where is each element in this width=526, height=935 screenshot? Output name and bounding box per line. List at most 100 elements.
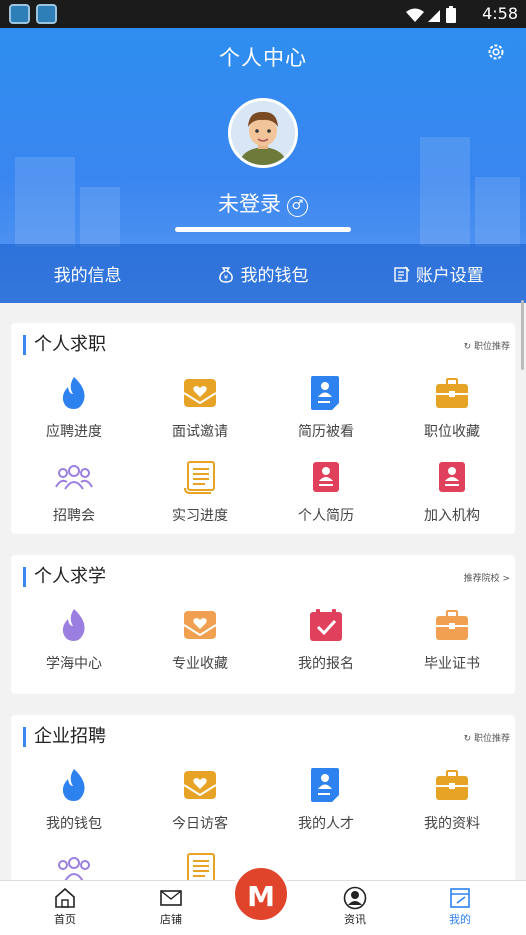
flame-icon [62, 609, 85, 641]
corp-item-group[interactable] [11, 843, 137, 885]
profile-window-icon [450, 888, 470, 908]
study-item-major-favorites[interactable]: 专业收藏 [137, 599, 263, 683]
job-item-job-fair[interactable]: 招聘会 [11, 451, 137, 535]
gear-icon[interactable] [486, 42, 506, 66]
center-m-button[interactable]: M [232, 865, 290, 923]
briefcase-icon [436, 378, 468, 408]
briefcase-icon [436, 610, 468, 640]
tab-account-settings[interactable]: 账户设置 [351, 244, 526, 303]
envelope-heart-icon [183, 379, 217, 407]
corp-section: 企业招聘 ↻ 职位推荐 我的钱包 今日访客 我的人才 我的资料 [11, 715, 515, 885]
corp-item-my-wallet[interactable]: 我的钱包 [11, 759, 137, 843]
item-label: 我的人才 [298, 816, 354, 832]
people-group-icon [55, 465, 93, 490]
nav-label: 店铺 [160, 913, 182, 926]
job-item-personal-resume[interactable]: 个人简历 [263, 451, 389, 535]
study-section: 个人求学 推荐院校 > 学海中心 专业收藏 我的报名 毕业证书 [11, 555, 515, 694]
refresh-icon: ↻ [463, 734, 474, 744]
nav-label: 我的 [449, 913, 471, 926]
job-item-internship-progress[interactable]: 实习进度 [137, 451, 263, 535]
study-item-my-registration[interactable]: 我的报名 [263, 599, 389, 683]
item-label: 加入机构 [424, 508, 480, 524]
id-card-icon [313, 462, 339, 492]
item-label: 学海中心 [46, 656, 102, 672]
male-icon: ♂ [287, 196, 308, 217]
app-notification-icon [36, 4, 57, 24]
edit-icon [394, 265, 410, 282]
envelope-heart-icon [183, 611, 217, 639]
item-label: 今日访客 [172, 816, 228, 832]
flame-icon [62, 769, 85, 801]
study-grid: 学海中心 专业收藏 我的报名 毕业证书 [11, 599, 515, 683]
corp-item-my-talent[interactable]: 我的人才 [263, 759, 389, 843]
item-label: 我的钱包 [46, 816, 102, 832]
people-group-icon [58, 857, 90, 882]
job-recommend-link[interactable]: ↻ 职位推荐 [464, 339, 510, 352]
nav-home[interactable]: 首页 [35, 885, 95, 927]
tab-my-wallet[interactable]: ¥ 我的钱包 [175, 244, 350, 303]
job-item-job-favorites[interactable]: 职位收藏 [389, 367, 515, 451]
username[interactable]: 未登录 ♂ [0, 188, 526, 218]
refresh-icon: ↻ [463, 342, 474, 352]
tab-label: 账户设置 [415, 266, 484, 286]
briefcase-icon [436, 770, 468, 800]
tab-label: 我的钱包 [240, 266, 309, 286]
item-label: 毕业证书 [424, 656, 480, 672]
page-title: 个人中心 [219, 46, 307, 70]
job-item-join-organization[interactable]: 加入机构 [389, 451, 515, 535]
username-text: 未登录 [218, 192, 281, 216]
resume-person-icon [311, 376, 341, 410]
recommended-schools-link[interactable]: 推荐院校 > [464, 571, 510, 584]
item-label: 招聘会 [53, 508, 95, 524]
flame-icon [62, 377, 85, 409]
tab-my-info[interactable]: 我的信息 [0, 244, 175, 303]
job-section: 个人求职 ↻ 职位推荐 应聘进度 面试邀请 简历被看 职位收藏 招聘会 实习进度 [11, 323, 515, 534]
calendar-check-icon [310, 609, 342, 641]
signal-icons [404, 6, 464, 28]
item-label: 个人简历 [298, 508, 354, 524]
item-label: 实习进度 [172, 508, 228, 524]
item-label: 面试邀请 [172, 424, 228, 440]
profile-header: 个人中心 未登录 ♂ 我的信息 ¥ 我的钱包 账户设置 [0, 28, 526, 303]
nav-shop[interactable]: 店铺 [141, 885, 201, 927]
scrollbar[interactable] [521, 300, 524, 370]
nav-mine[interactable]: 我的 [430, 885, 490, 927]
job-item-application-progress[interactable]: 应聘进度 [11, 367, 137, 451]
money-bag-icon: ¥ [219, 266, 234, 283]
envelope-heart-icon [183, 771, 217, 799]
job-grid: 应聘进度 面试邀请 简历被看 职位收藏 招聘会 实习进度 个人简历 加入机构 [11, 367, 515, 535]
link-text: 职位推荐 [473, 342, 510, 352]
home-icon [55, 887, 75, 908]
section-title: 个人求职 [23, 335, 106, 355]
job-item-interview-invite[interactable]: 面试邀请 [137, 367, 263, 451]
user-circle-icon [343, 886, 367, 910]
scroll-icon [184, 461, 215, 494]
mail-icon [160, 890, 182, 906]
study-item-diploma[interactable]: 毕业证书 [389, 599, 515, 683]
app-notification-icon [9, 4, 30, 24]
underline-bar [175, 227, 351, 232]
corp-item-today-visitors[interactable]: 今日访客 [137, 759, 263, 843]
item-label: 我的资料 [424, 816, 480, 832]
status-bar: 4:58 [0, 0, 526, 28]
study-item-learning-center[interactable]: 学海中心 [11, 599, 137, 683]
item-label: 应聘进度 [46, 424, 102, 440]
resume-person-icon [311, 768, 341, 802]
item-label: 专业收藏 [172, 656, 228, 672]
nav-label: 资讯 [344, 913, 366, 926]
svg-text:¥: ¥ [224, 273, 229, 281]
corp-item-my-profile[interactable]: 我的资料 [389, 759, 515, 843]
profile-tabs: 我的信息 ¥ 我的钱包 账户设置 [0, 244, 526, 303]
item-label: 我的报名 [298, 656, 354, 672]
link-text: 职位推荐 [473, 734, 510, 744]
status-time: 4:58 [482, 4, 518, 23]
item-label: 简历被看 [298, 424, 354, 440]
tab-label: 我的信息 [53, 266, 122, 286]
nav-news[interactable]: 资讯 [325, 885, 385, 927]
nav-label: 首页 [54, 913, 76, 926]
id-card-icon [439, 462, 465, 492]
job-recommend-link[interactable]: ↻ 职位推荐 [464, 731, 510, 744]
item-label: 职位收藏 [424, 424, 480, 440]
job-item-resume-viewed[interactable]: 简历被看 [263, 367, 389, 451]
avatar[interactable] [228, 98, 298, 168]
